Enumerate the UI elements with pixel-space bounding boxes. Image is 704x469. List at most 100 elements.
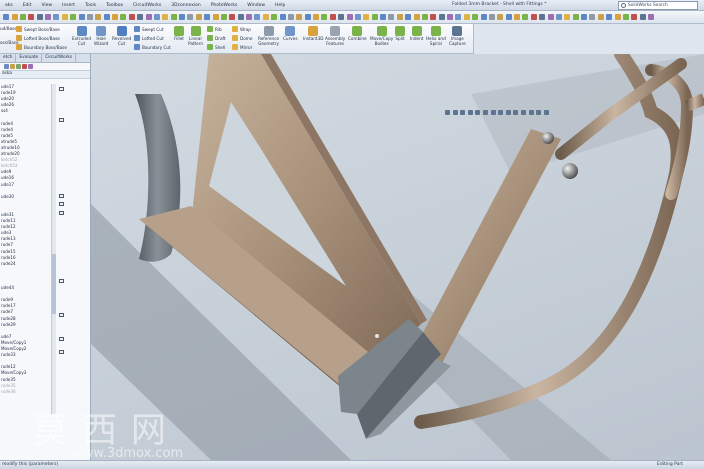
toolbar-icon[interactable] xyxy=(363,14,370,20)
rib-button[interactable]: Rib xyxy=(207,26,222,32)
revolved-cut-button[interactable]: Revolved Cut xyxy=(112,26,131,46)
toolbar-icon[interactable] xyxy=(179,14,186,20)
toolbar-icon[interactable] xyxy=(639,14,646,20)
toolbar-icon[interactable] xyxy=(581,14,588,20)
toolbar-icon[interactable] xyxy=(413,14,420,20)
toolbar-icon[interactable] xyxy=(212,14,219,20)
toolbar-icon[interactable] xyxy=(497,14,504,20)
toolbar-icon[interactable] xyxy=(438,14,445,20)
toolbar-icon[interactable] xyxy=(480,14,487,20)
edit-appearance-icon[interactable] xyxy=(498,110,504,115)
split-button[interactable]: Split xyxy=(395,26,405,42)
feature-manager-icon[interactable] xyxy=(4,64,9,69)
toolbar-icon[interactable] xyxy=(530,14,537,20)
menu-tools[interactable]: Tools xyxy=(80,3,101,8)
toolbar-icon[interactable] xyxy=(137,14,144,20)
view-settings-icon[interactable] xyxy=(513,110,519,115)
menu-3dconnexion[interactable]: 3Dconnexion xyxy=(166,3,205,8)
toolbar-icon[interactable] xyxy=(648,14,655,20)
toolbar-icon[interactable] xyxy=(262,14,269,20)
toolbar-icon[interactable] xyxy=(631,14,638,20)
toolbar-icon[interactable] xyxy=(321,14,328,20)
toolbar-icon[interactable] xyxy=(555,14,562,20)
toolbar-icon[interactable] xyxy=(522,14,529,20)
camera-view-icon[interactable] xyxy=(543,110,549,115)
toolbar-icon[interactable] xyxy=(622,14,629,20)
linear-pattern-button[interactable]: Linear Pattern xyxy=(188,26,203,46)
toolbar-icon[interactable] xyxy=(388,14,395,20)
tree-scrollbar-thumb[interactable] xyxy=(52,254,56,314)
instant3d-button[interactable]: Instant3D xyxy=(303,26,323,42)
zoom-area-icon[interactable] xyxy=(452,110,458,115)
toolbar-icon[interactable] xyxy=(472,14,479,20)
toolbar-icon[interactable] xyxy=(296,14,303,20)
tab-sketch[interactable]: etch xyxy=(0,54,17,62)
toolbar-icon[interactable] xyxy=(246,14,253,20)
toolbar-icon[interactable] xyxy=(271,14,278,20)
previous-view-icon[interactable] xyxy=(460,110,466,115)
configuration-manager-icon[interactable] xyxy=(16,64,21,69)
toolbar-icon[interactable] xyxy=(514,14,521,20)
toolbar-icon[interactable] xyxy=(28,14,35,20)
menu-help[interactable]: Help xyxy=(270,3,290,8)
combine-button[interactable]: Combine xyxy=(348,26,367,42)
toolbar-icon[interactable] xyxy=(606,14,613,20)
toolbar-icon[interactable] xyxy=(597,14,604,20)
toolbar-icon[interactable] xyxy=(329,14,336,20)
menu-edit[interactable]: Edit xyxy=(18,3,37,8)
toolbar-icon[interactable] xyxy=(380,14,387,20)
lofted-boss-button[interactable]: Lofted Boss/Base xyxy=(16,35,60,41)
toolbar-icon[interactable] xyxy=(589,14,596,20)
move-copy-bodies-button[interactable]: Move/Copy Bodies xyxy=(370,26,393,46)
mirror-button[interactable]: Mirror xyxy=(232,44,252,50)
toolbar-icon[interactable] xyxy=(86,14,93,20)
reference-geometry-button[interactable]: Reference Geometry xyxy=(258,26,279,46)
toolbar-icon[interactable] xyxy=(220,14,227,20)
toolbar-icon[interactable] xyxy=(447,14,454,20)
menu-view[interactable]: View xyxy=(36,3,57,8)
image-capture-button[interactable]: Image Capture xyxy=(449,26,466,46)
tab-circuitworks[interactable]: CircuitWorks xyxy=(42,54,77,62)
toolbar-icon[interactable] xyxy=(45,14,52,20)
toolbar-icon[interactable] xyxy=(539,14,546,20)
toolbar-icon[interactable] xyxy=(304,14,311,20)
draft-button[interactable]: Draft xyxy=(207,35,226,41)
zoom-to-fit-icon[interactable] xyxy=(445,110,450,115)
assembly-features-button[interactable]: Assembly Features xyxy=(325,26,345,46)
toolbar-icon[interactable] xyxy=(3,14,10,20)
toolbar-icon[interactable] xyxy=(405,14,412,20)
hide-show-icon[interactable] xyxy=(490,110,496,115)
toolbar-icon[interactable] xyxy=(36,14,43,20)
wrap-button[interactable]: Wrap xyxy=(232,26,251,32)
menu-photoworks[interactable]: PhotoWorks xyxy=(206,3,243,8)
toolbar-icon[interactable] xyxy=(70,14,77,20)
lofted-cut-button[interactable]: Lofted Cut xyxy=(134,35,164,41)
apply-scene-icon[interactable] xyxy=(505,110,511,115)
toolbar-icon[interactable] xyxy=(103,14,110,20)
toolbar-icon[interactable] xyxy=(187,14,194,20)
graphics-area[interactable] xyxy=(91,54,704,460)
toolbar-icon[interactable] xyxy=(421,14,428,20)
toolbar-icon[interactable] xyxy=(564,14,571,20)
toolbar-icon[interactable] xyxy=(371,14,378,20)
toolbar-icon[interactable] xyxy=(162,14,169,20)
tab-evaluate[interactable]: Evaluate xyxy=(16,54,43,62)
toolbar-icon[interactable] xyxy=(279,14,286,20)
toolbar-icon[interactable] xyxy=(153,14,160,20)
view-orientation-icon[interactable] xyxy=(475,110,481,115)
toolbar-icon[interactable] xyxy=(505,14,512,20)
shell-button[interactable]: Shell xyxy=(207,44,225,50)
toolbar-icon[interactable] xyxy=(61,14,68,20)
toolbar-icon[interactable] xyxy=(463,14,470,20)
toolbar-icon[interactable] xyxy=(430,14,437,20)
toolbar-icon[interactable] xyxy=(338,14,345,20)
dimxpert-icon[interactable] xyxy=(22,64,27,69)
toolbar-icon[interactable] xyxy=(488,14,495,20)
dome-button[interactable]: Dome xyxy=(232,35,252,41)
swept-boss-button[interactable]: Swept Boss/Base xyxy=(16,26,60,32)
property-manager-icon[interactable] xyxy=(10,64,15,69)
swept-cut-button[interactable]: Swept Cut xyxy=(134,26,164,32)
boundary-boss-button[interactable]: Boundary Boss/Base xyxy=(16,44,67,50)
menu-window[interactable]: Window xyxy=(242,3,270,8)
fillet-button[interactable]: Fillet xyxy=(174,26,184,42)
